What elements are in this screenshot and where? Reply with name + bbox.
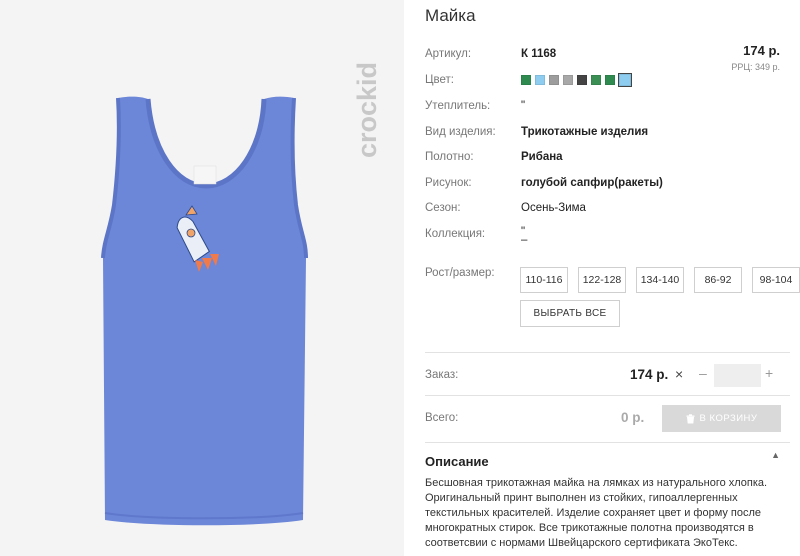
- color-swatch[interactable]: [535, 75, 545, 85]
- product-image-panel[interactable]: crockid: [0, 0, 404, 556]
- description-text: Бесшовная трикотажная майка на лямках из…: [425, 477, 768, 549]
- total-label: Всего:: [425, 412, 459, 424]
- collapse-icon[interactable]: ▲: [771, 450, 780, 460]
- divider: [425, 352, 790, 353]
- color-swatch[interactable]: [549, 75, 559, 85]
- size-option-122-128[interactable]: 122-128: [578, 267, 626, 293]
- season-value: Осень-Зима: [521, 202, 586, 214]
- product-photo: [101, 96, 308, 526]
- add-to-cart-button[interactable]: В КОРЗИНУ: [662, 405, 781, 432]
- season-label: Сезон:: [425, 202, 461, 214]
- decrease-quantity-button[interactable]: –: [699, 365, 707, 381]
- product-title: Майка: [425, 6, 476, 25]
- description-title[interactable]: Описание: [425, 454, 489, 469]
- insulation-label: Утеплитель:: [425, 100, 491, 112]
- product-info: Майка Артикул: К 1168 174 р. РРЦ: 349 р.…: [425, 0, 800, 556]
- collection-value-line2: –: [521, 234, 528, 246]
- increase-quantity-button[interactable]: +: [765, 365, 773, 381]
- quantity-input[interactable]: [714, 364, 761, 387]
- rrp-price: РРЦ: 349 р.: [731, 62, 780, 72]
- fabric-value: Рибана: [521, 151, 563, 163]
- type-value: Трикотажные изделия: [521, 126, 649, 138]
- divider: [425, 442, 790, 443]
- size-option-86-92[interactable]: 86-92: [694, 267, 742, 293]
- product-price: 174 р.: [743, 43, 780, 58]
- color-swatch[interactable]: [618, 73, 632, 87]
- remove-order-icon[interactable]: ×: [675, 366, 683, 382]
- size-option-110-116[interactable]: 110-116: [520, 267, 568, 293]
- order-label: Заказ:: [425, 369, 459, 381]
- color-swatch[interactable]: [563, 75, 573, 85]
- order-price: 174 р.: [630, 367, 669, 382]
- add-to-cart-label: В КОРЗИНУ: [699, 413, 758, 424]
- color-label: Цвет:: [425, 74, 454, 86]
- color-swatch[interactable]: [577, 75, 587, 85]
- color-swatch[interactable]: [605, 75, 615, 85]
- type-label: Вид изделия:: [425, 126, 496, 138]
- collection-label: Коллекция:: [425, 228, 486, 240]
- pattern-value: голубой сапфир(ракеты): [521, 177, 663, 189]
- article-label: Артикул:: [425, 48, 472, 60]
- cart-icon: [686, 413, 695, 423]
- size-option-134-140[interactable]: 134-140: [636, 267, 684, 293]
- total-value: 0 р.: [621, 410, 645, 425]
- insulation-value: ": [521, 100, 526, 112]
- article-value: К 1168: [521, 48, 557, 60]
- select-all-sizes-button[interactable]: ВЫБРАТЬ ВСЕ: [520, 300, 620, 327]
- size-label: Рост/размер:: [425, 267, 495, 279]
- pattern-label: Рисунок:: [425, 177, 472, 189]
- size-options: 110-116 122-128 134-140 86-92 98-104: [520, 267, 800, 293]
- divider: [425, 395, 790, 396]
- color-swatch[interactable]: [521, 75, 531, 85]
- color-swatches: [521, 73, 632, 87]
- size-option-98-104[interactable]: 98-104: [752, 267, 800, 293]
- color-swatch[interactable]: [591, 75, 601, 85]
- fabric-label: Полотно:: [425, 151, 474, 163]
